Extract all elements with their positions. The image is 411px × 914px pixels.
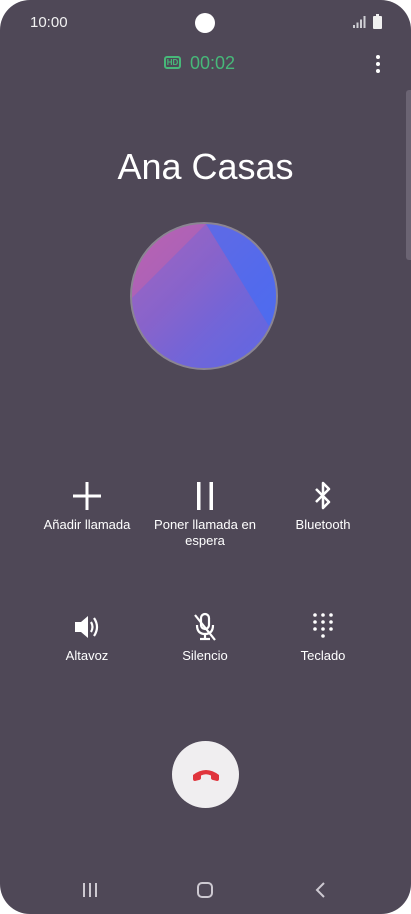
- status-bar: 10:00: [0, 0, 411, 46]
- speaker-button[interactable]: Altavoz: [22, 610, 152, 664]
- status-time: 10:00: [30, 14, 68, 31]
- add-call-label: Añadir llamada: [43, 517, 131, 532]
- back-button[interactable]: [305, 878, 335, 902]
- keypad-button[interactable]: Teclado: [258, 610, 388, 664]
- home-button[interactable]: [190, 878, 220, 902]
- recents-button[interactable]: [75, 878, 105, 902]
- camera-cutout: [195, 13, 215, 33]
- plus-icon: [73, 482, 101, 510]
- mute-label: Silencio: [182, 648, 228, 663]
- caller-avatar: [130, 222, 278, 370]
- mute-button[interactable]: Silencio: [140, 610, 270, 664]
- hd-voice-icon: HD: [164, 56, 181, 69]
- bluetooth-label: Bluetooth: [295, 517, 351, 532]
- keypad-label: Teclado: [300, 648, 346, 663]
- recents-icon: [83, 883, 97, 897]
- home-icon: [197, 882, 213, 898]
- more-options-icon[interactable]: [368, 52, 388, 76]
- battery-icon: [373, 14, 382, 29]
- keypad-icon: [313, 613, 333, 638]
- navigation-bar: [0, 862, 411, 914]
- pause-icon: [197, 482, 213, 510]
- speaker-label: Altavoz: [65, 648, 109, 663]
- end-call-icon: [192, 769, 219, 781]
- avatar-pattern: [132, 224, 276, 368]
- call-duration: 00:02: [190, 53, 236, 73]
- signal-icon: [353, 16, 366, 28]
- hold-call-button[interactable]: Poner llamada en espera: [140, 479, 270, 549]
- end-call-button[interactable]: [172, 741, 239, 808]
- phone-screen: 10:00 HD 00:02 Ana Casas Añadir llamada …: [0, 0, 411, 914]
- bluetooth-button[interactable]: Bluetooth: [258, 479, 388, 533]
- bluetooth-icon: [315, 481, 331, 510]
- speaker-icon: [75, 616, 99, 638]
- add-call-button[interactable]: Añadir llamada: [22, 479, 152, 533]
- back-icon: [315, 882, 325, 898]
- mic-off-icon: [194, 612, 216, 641]
- caller-name: Ana Casas: [117, 146, 294, 187]
- hold-call-label: Poner llamada en espera: [154, 517, 256, 548]
